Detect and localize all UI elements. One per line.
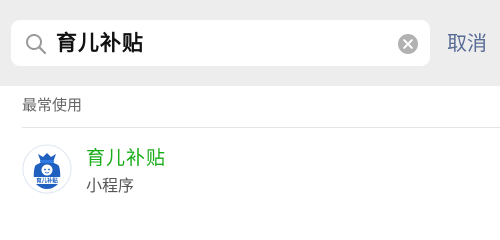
svg-text:育儿补贴: 育儿补贴 xyxy=(36,177,58,185)
section-label-frequently-used: 最常使用 xyxy=(22,96,83,114)
search-input[interactable]: 育儿补贴 xyxy=(56,20,144,66)
result-subtitle: 小程序 xyxy=(86,176,135,195)
app-logo: 育儿补贴 xyxy=(22,144,72,194)
search-icon xyxy=(26,34,47,55)
result-title: 育儿补贴 xyxy=(86,147,167,169)
cancel-button[interactable]: 取消 xyxy=(447,20,487,66)
clear-icon[interactable] xyxy=(397,33,419,55)
result-item[interactable]: 育儿补贴 育儿补贴 小程序 xyxy=(0,128,500,209)
